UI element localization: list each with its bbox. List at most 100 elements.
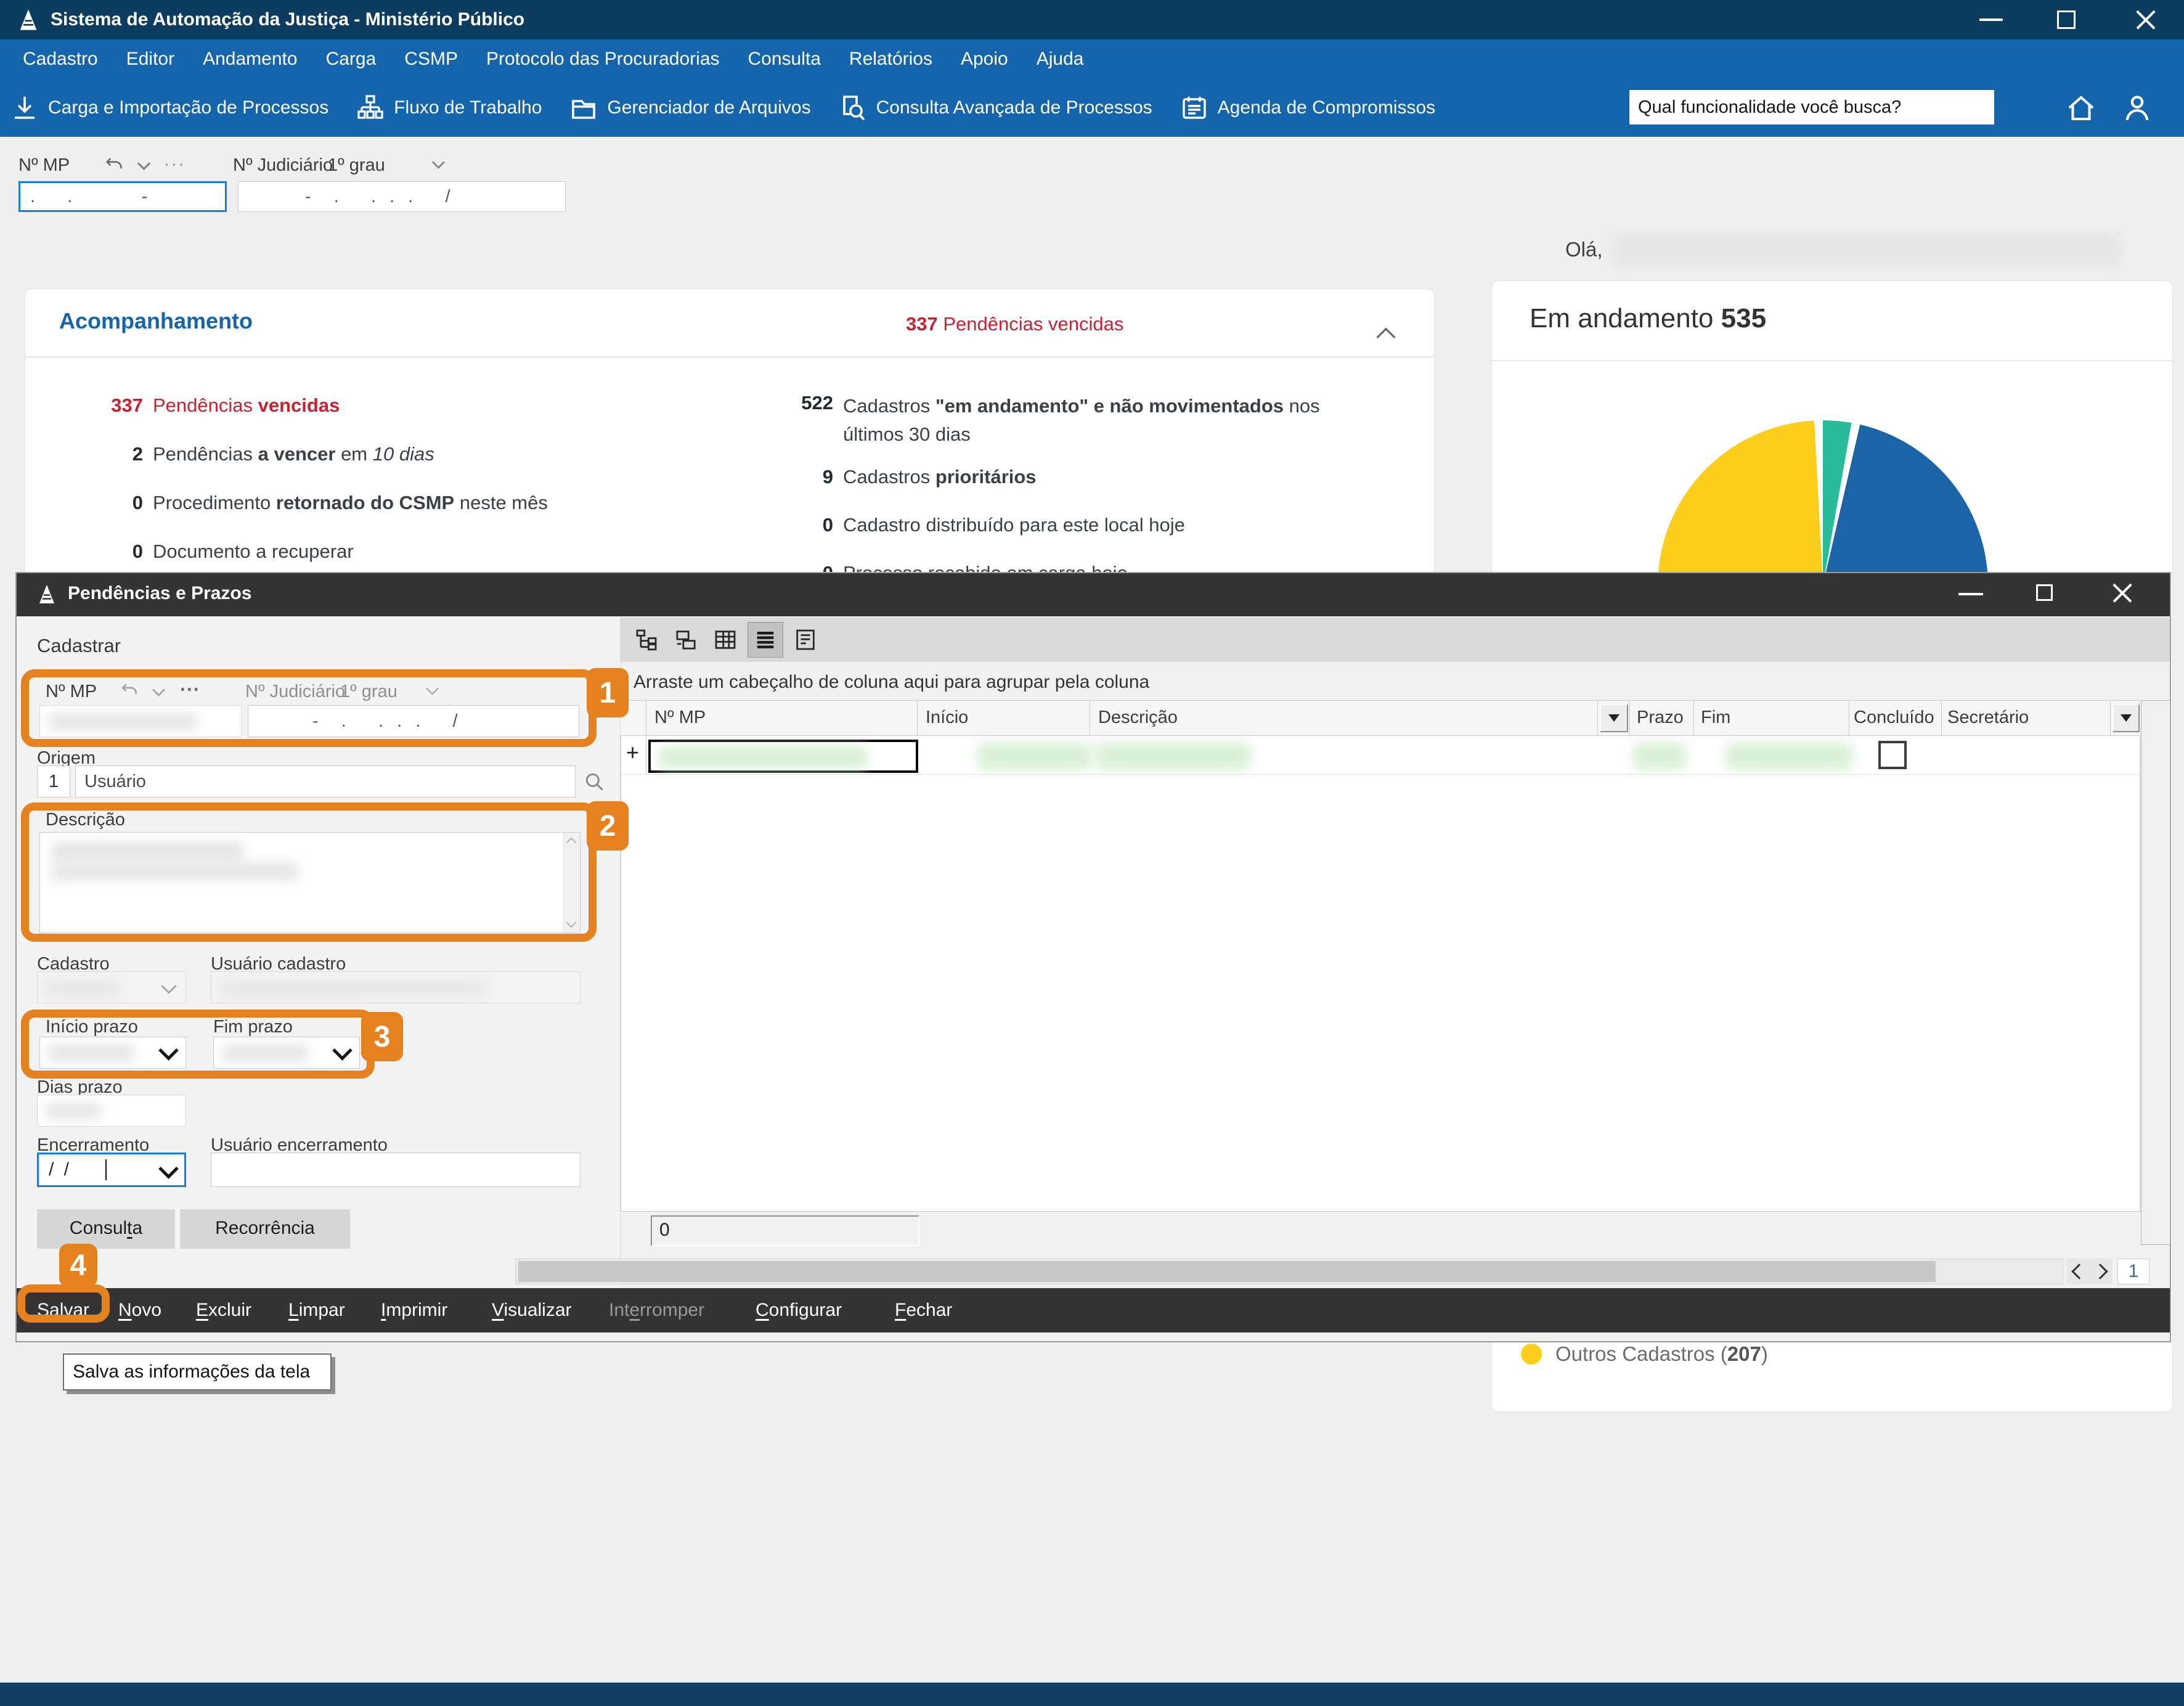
cadastros-prioritarios-row[interactable]: 9 Cadastros prioritários: [764, 466, 1037, 488]
dialog-minimize-button[interactable]: [1958, 593, 1983, 595]
annotation-badge-1: 1: [587, 668, 629, 717]
menu-item-apoio[interactable]: Apoio: [947, 39, 1022, 79]
column-header-descricao[interactable]: Descrição: [1098, 708, 1178, 728]
toolbar-item-carga-importacao[interactable]: Carga e Importação de Processos: [10, 93, 328, 123]
menu-item-carga[interactable]: Carga: [312, 39, 391, 79]
view-list-icon[interactable]: [748, 622, 783, 658]
recorrencia-button[interactable]: Recorrência: [180, 1209, 350, 1249]
scrollbar-thumb[interactable]: [518, 1261, 1936, 1282]
encerramento-dropdown[interactable]: / /: [37, 1153, 186, 1187]
menu-item-ajuda[interactable]: Ajuda: [1022, 39, 1098, 79]
secretario-filter-button[interactable]: [2113, 704, 2140, 732]
column-header-inicio[interactable]: Início: [926, 708, 968, 728]
dias-prazo-input[interactable]: [37, 1095, 186, 1127]
search-lookup-icon[interactable]: [583, 770, 606, 794]
mp-number-input[interactable]: . . -: [18, 181, 227, 212]
active-cell-mp[interactable]: [648, 740, 918, 773]
grid-body[interactable]: [621, 700, 2140, 1212]
toolbar-item-gerenciador-arquivos[interactable]: Gerenciador de Arquivos: [569, 93, 811, 123]
cadastro-distribuido-row[interactable]: 0 Cadastro distribuído para este local ho…: [764, 514, 1185, 536]
minimize-button[interactable]: [1979, 18, 2003, 21]
toolbar-item-consulta-avancada[interactable]: Consulta Avançada de Processos: [838, 93, 1152, 123]
novo-button[interactable]: Novo: [118, 1288, 161, 1333]
redacted-value: [221, 1045, 309, 1062]
column-header-concluido[interactable]: Concluído: [1854, 708, 1934, 728]
dialog-maximize-button[interactable]: [2036, 584, 2053, 601]
usuario-cadastro-input[interactable]: [211, 971, 581, 1003]
fim-prazo-dropdown[interactable]: [213, 1037, 360, 1069]
configurar-button[interactable]: Configurar: [756, 1288, 842, 1333]
salvar-button[interactable]: Salvar: [37, 1288, 89, 1333]
toolbar-item-agenda[interactable]: Agenda de Compromissos: [1180, 93, 1435, 123]
cadastros-nao-movimentados-row[interactable]: 522 Cadastros "em andamento" e não movime…: [764, 392, 1435, 449]
visualizar-button[interactable]: Visualizar: [492, 1288, 572, 1333]
page-nav-buttons[interactable]: [2067, 1259, 2113, 1284]
menu-item-editor[interactable]: Editor: [112, 39, 189, 79]
close-button[interactable]: [2133, 9, 2158, 31]
mp-history-chevron-icon[interactable]: [137, 157, 151, 171]
imprimir-button[interactable]: Imprimir: [381, 1288, 447, 1333]
textarea-scrollbar[interactable]: [563, 833, 580, 933]
user-icon[interactable]: [2120, 90, 2154, 126]
menu-item-csmp[interactable]: CSMP: [390, 39, 472, 79]
undo-icon[interactable]: [102, 154, 126, 175]
grid-horizontal-scrollbar[interactable]: [515, 1259, 2063, 1284]
view-detail-icon[interactable]: [788, 622, 823, 657]
home-icon[interactable]: [2064, 91, 2098, 124]
column-header-mp[interactable]: Nº MP: [654, 708, 706, 728]
concluido-checkbox[interactable]: [1878, 741, 1907, 769]
row-expander[interactable]: +: [626, 740, 639, 765]
view-hierarchy-icon[interactable]: [629, 622, 664, 657]
column-header-fim[interactable]: Fim: [1701, 708, 1730, 728]
mp-more-button[interactable]: ...: [164, 148, 186, 171]
redacted-cell-prazo: [1633, 743, 1686, 769]
origem-value-input[interactable]: Usuário: [75, 765, 576, 798]
column-header-prazo[interactable]: Prazo: [1637, 708, 1684, 728]
descricao-filter-button[interactable]: [1600, 704, 1628, 732]
maximize-button[interactable]: [2057, 10, 2076, 29]
menu-item-cadastro[interactable]: Cadastro: [9, 39, 112, 79]
dialog-mp-input[interactable]: [39, 705, 242, 737]
pendencias-vencidas-row[interactable]: 337 Pendências vencidas: [37, 394, 340, 417]
dialog-saj-icon: [39, 585, 54, 603]
dialog-close-button[interactable]: [2110, 582, 2135, 604]
undo-icon[interactable]: [118, 680, 141, 700]
menu-item-relatorios[interactable]: Relatórios: [835, 39, 947, 79]
view-cards-icon[interactable]: [669, 622, 703, 657]
origem-code-input[interactable]: 1: [37, 765, 70, 798]
column-header-secretario[interactable]: Secretário: [1947, 708, 2029, 728]
page-number-box[interactable]: 1: [2117, 1259, 2149, 1284]
toolbar-item-fluxo-trabalho[interactable]: Fluxo de Trabalho: [356, 93, 542, 123]
redacted-value: [45, 980, 120, 996]
redacted-cell-descricao: [1096, 743, 1251, 769]
fechar-button[interactable]: Fechar: [895, 1288, 952, 1333]
redacted-cell-fim: [1726, 743, 1852, 769]
usuario-encerramento-input[interactable]: [211, 1153, 581, 1187]
mp-more-button[interactable]: ...: [180, 673, 200, 696]
menu-item-consulta[interactable]: Consulta: [734, 39, 835, 79]
annotation-badge-4: 4: [59, 1244, 97, 1287]
view-table-icon[interactable]: [708, 622, 743, 657]
search-input[interactable]: Qual funcionalidade você busca?: [1629, 90, 1994, 124]
procedimento-retornado-row[interactable]: 0 Procedimento retornado do CSMP neste mê…: [37, 492, 548, 514]
annotation-badge-2: 2: [587, 801, 629, 851]
judicial-number-input[interactable]: - . . . . /: [238, 181, 566, 212]
descricao-textarea[interactable]: [39, 832, 581, 933]
limpar-button[interactable]: Limpar: [288, 1288, 345, 1333]
judicial-degree-chevron-icon[interactable]: [431, 155, 446, 169]
group-by-hint: Arraste um cabeçalho de coluna aqui para…: [634, 672, 1150, 692]
saj-logo-icon: [20, 9, 37, 30]
cadastro-dropdown[interactable]: [37, 971, 186, 1003]
inicio-prazo-dropdown[interactable]: [39, 1037, 186, 1069]
redacted-text: [51, 841, 243, 862]
dialog-titlebar: [17, 573, 2170, 616]
pendencias-a-vencer-row[interactable]: 2 Pendências a vencer em 10 dias: [37, 443, 434, 465]
grid-vertical-scrollbar[interactable]: [2141, 700, 2170, 1245]
excluir-button[interactable]: Excluir: [196, 1288, 251, 1333]
documento-recuperar-row[interactable]: 0 Documento a recuperar: [37, 541, 354, 563]
consulta-button[interactable]: Consulta: [37, 1209, 175, 1249]
menu-item-andamento[interactable]: Andamento: [189, 39, 311, 79]
dialog-jud-input[interactable]: - . . . . /: [248, 705, 579, 737]
legend-outros-cadastros[interactable]: Outros Cadastros (207): [1555, 1342, 1768, 1366]
menu-item-protocolo[interactable]: Protocolo das Procuradorias: [472, 39, 734, 79]
